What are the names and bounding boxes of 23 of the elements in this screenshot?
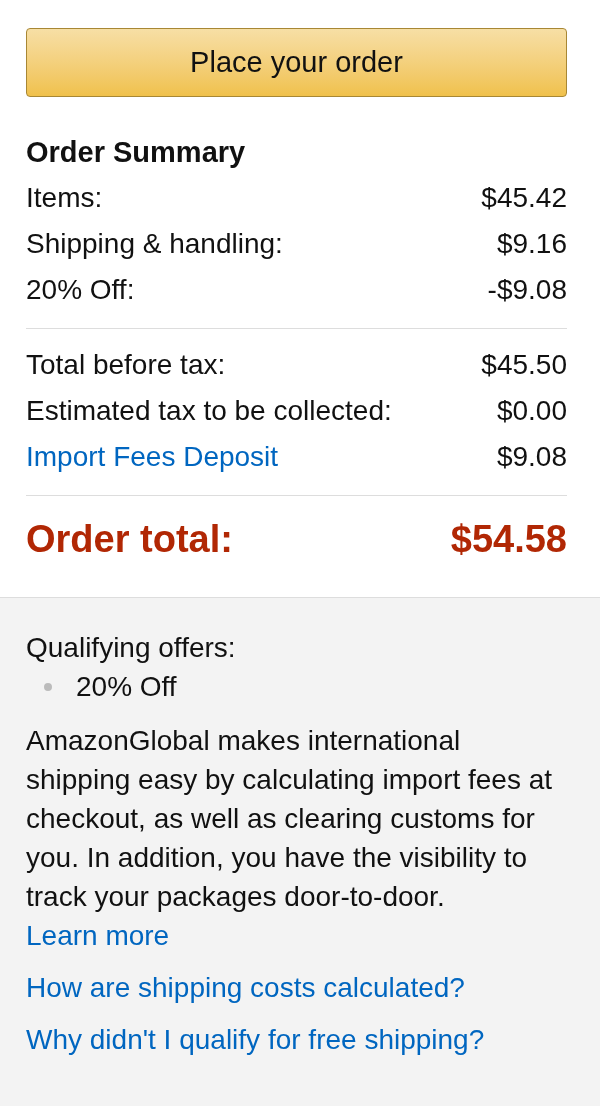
row-label: Shipping & handling: bbox=[26, 227, 283, 261]
row-label: 20% Off: bbox=[26, 273, 135, 307]
qualifying-offers-label: Qualifying offers: bbox=[26, 631, 237, 665]
order-total-amount: $54.58 bbox=[450, 516, 567, 562]
order-total-label: Order total: bbox=[26, 516, 233, 562]
row-label: Estimated tax to be collected: bbox=[26, 394, 392, 428]
row-amount: -$9.08 bbox=[487, 273, 567, 307]
row-label: Total before tax: bbox=[26, 348, 226, 382]
help-link[interactable]: Why didn't I qualify for free shipping? bbox=[26, 1024, 485, 1055]
row-amount: $9.08 bbox=[496, 440, 567, 474]
bullet-icon bbox=[44, 682, 52, 691]
row-amount: $45.50 bbox=[481, 348, 567, 382]
amazonglobal-description: AmazonGlobal makes international shipping easy by calculating import fees at checkout, as well as clearing customs for you. In addition, you have the visibility to track your packages door-to-door. Learn more bbox=[26, 724, 554, 953]
row-amount: $45.42 bbox=[481, 181, 567, 215]
order-summary-title: Order Summary bbox=[26, 135, 247, 170]
offer-item: 20% Off bbox=[76, 670, 177, 704]
help-link[interactable]: How are shipping costs calculated? bbox=[26, 972, 465, 1003]
row-label: Items: bbox=[26, 181, 103, 215]
import-fees-link[interactable]: Import Fees Deposit bbox=[26, 436, 279, 478]
row-amount: $0.00 bbox=[496, 394, 567, 428]
place-order-button[interactable]: Place your order bbox=[26, 28, 567, 97]
learn-more-link[interactable]: Learn more bbox=[26, 920, 170, 951]
row-amount: $9.16 bbox=[496, 227, 567, 261]
